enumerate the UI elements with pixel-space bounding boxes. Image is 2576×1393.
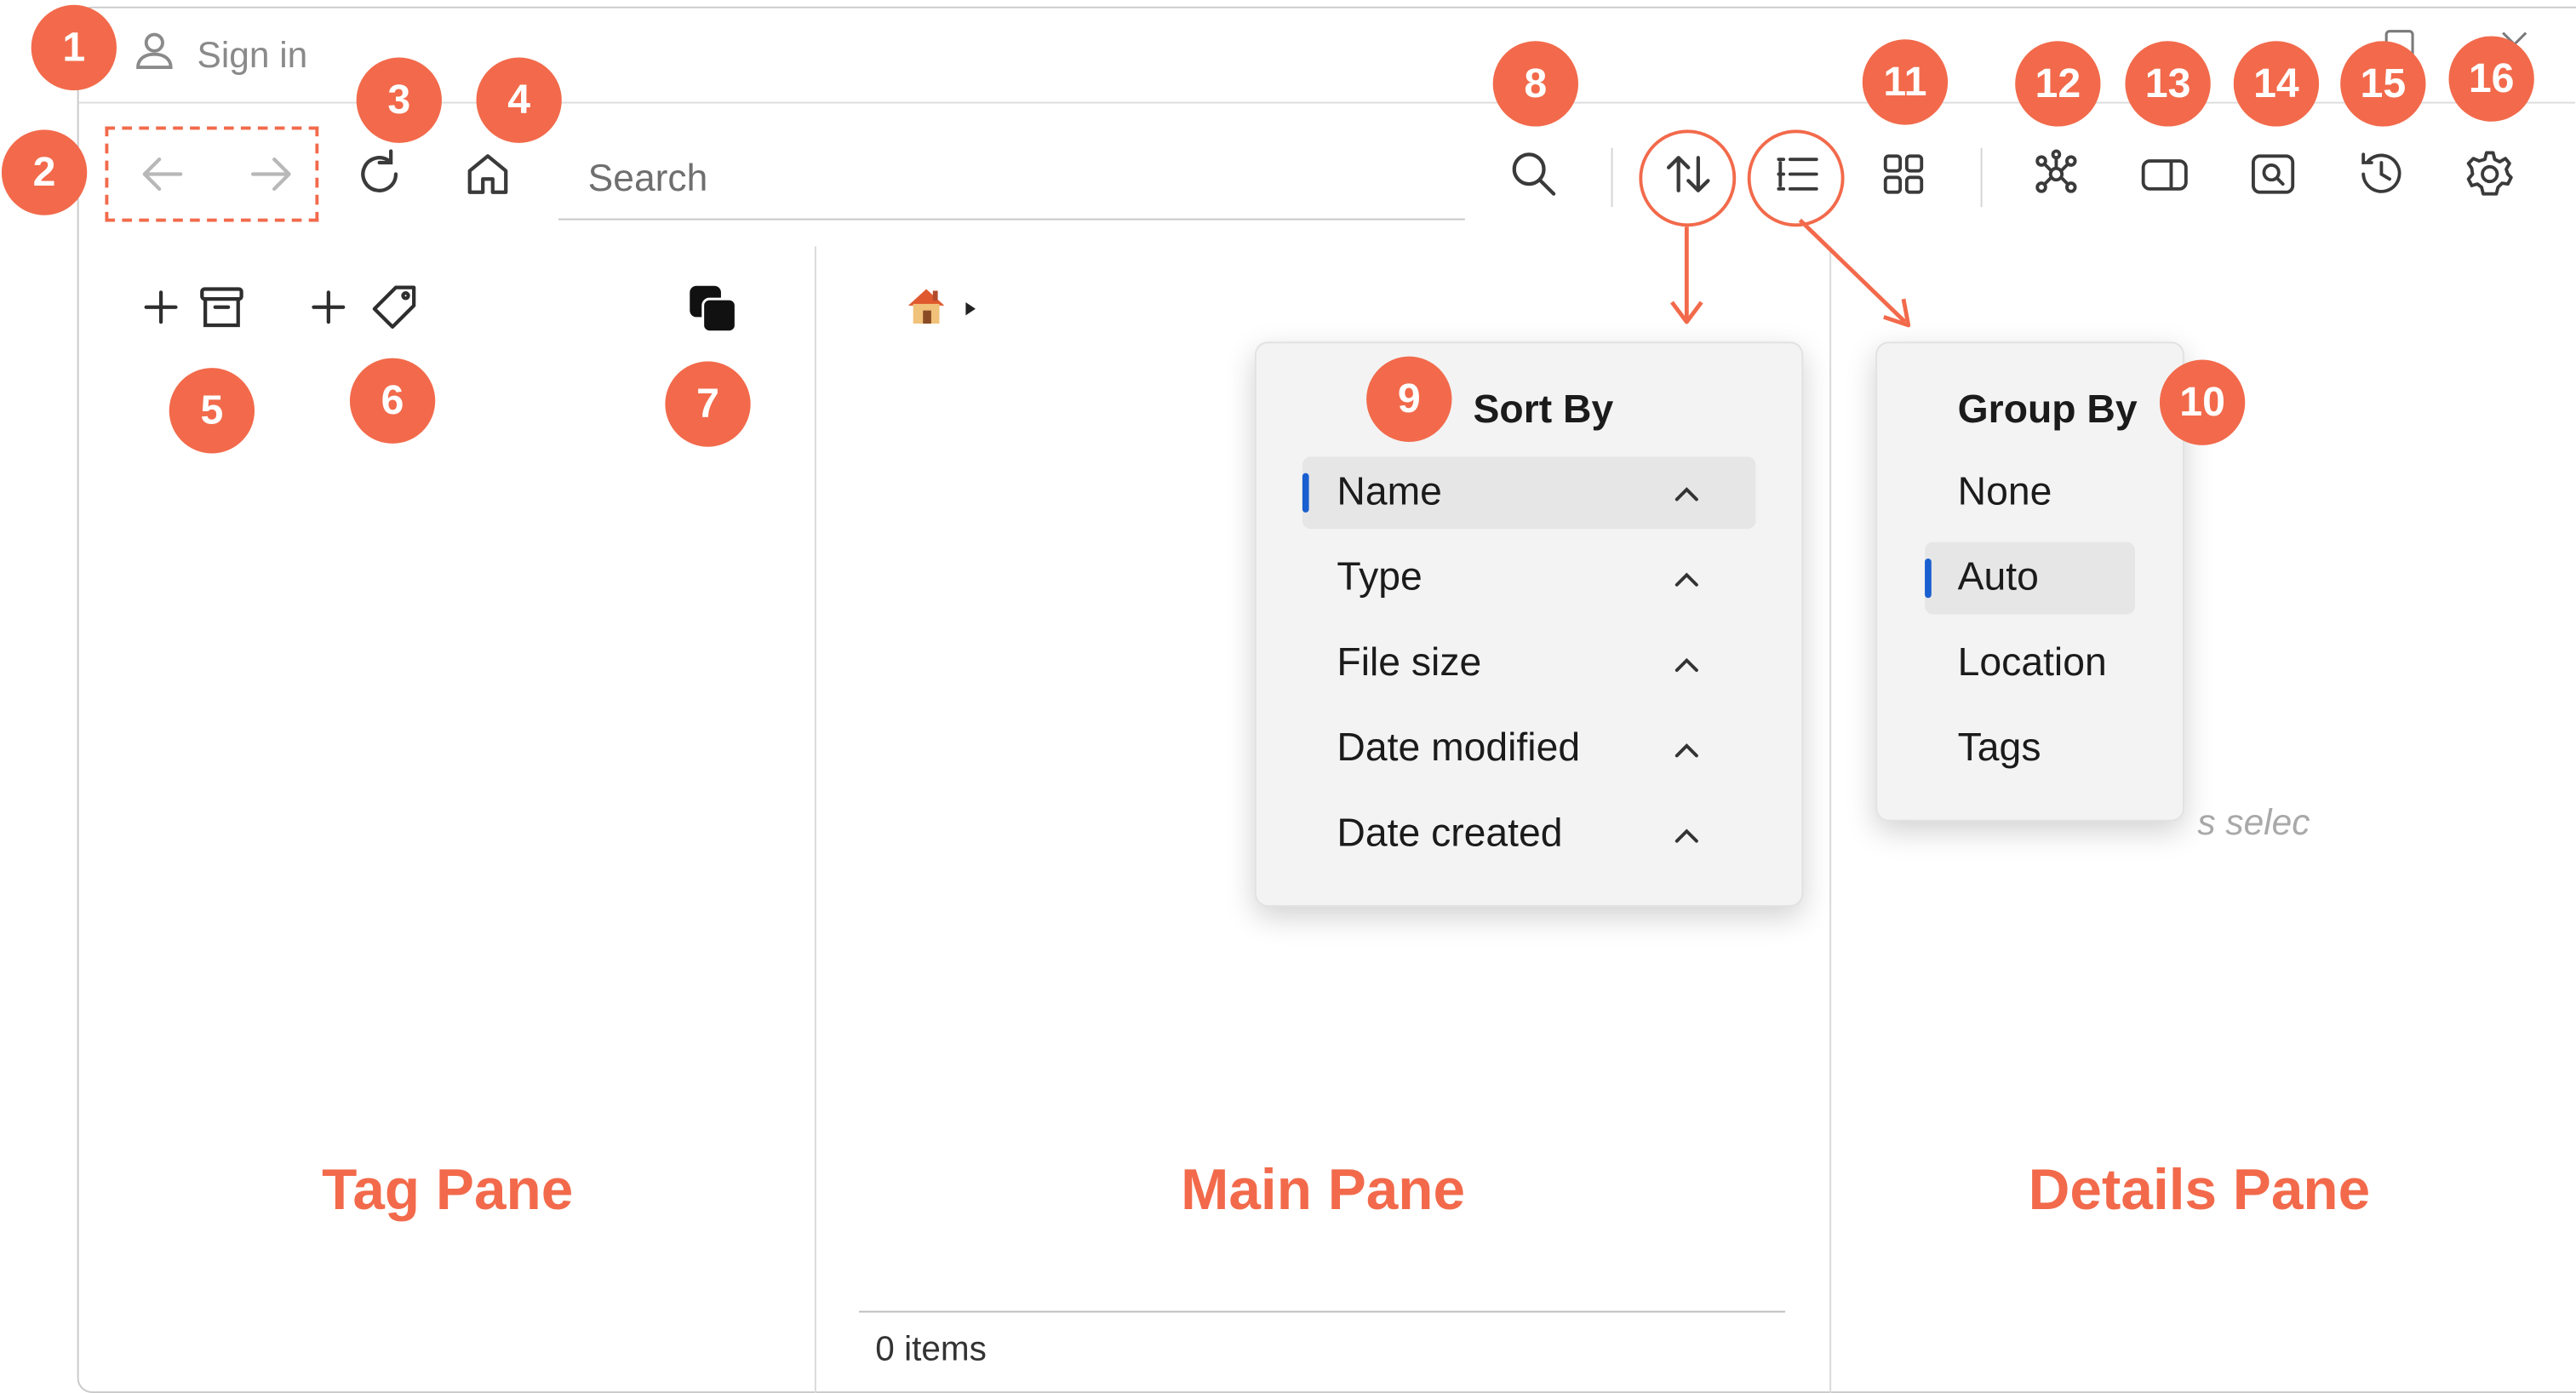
badge-10: 10 [2159, 359, 2246, 445]
add-tag-button[interactable] [309, 283, 421, 341]
badge-11: 11 [1862, 39, 1949, 125]
sort-by-menu: Sort By Name Type File size Date modifie… [1254, 341, 1804, 907]
search-input[interactable] [584, 154, 1465, 203]
badge-2: 2 [1, 129, 88, 215]
tag-color-button[interactable] [686, 283, 739, 343]
panel-toggle-icon [2137, 146, 2193, 209]
view-button[interactable] [1864, 138, 1943, 217]
selection-indicator [1925, 558, 1932, 599]
toolbar-separator [1611, 147, 1613, 208]
badge-4: 4 [476, 57, 562, 143]
list-group-icon [1769, 146, 1825, 209]
group-by-menu: Group By None Auto Location Tags [1875, 341, 2184, 822]
chevron-up-icon [1670, 647, 1703, 680]
main-pane-label: Main Pane [1181, 1158, 1466, 1223]
history-button[interactable] [2342, 138, 2421, 217]
preview-search-icon [2245, 146, 2301, 209]
home-icon [460, 146, 516, 209]
group-option-label: Location [1957, 640, 2107, 685]
back-button[interactable] [123, 138, 203, 217]
sort-option-label: Date created [1337, 811, 1563, 857]
badge-9: 9 [1366, 356, 1452, 442]
badge-14: 14 [2233, 41, 2320, 127]
sort-option-date-created[interactable]: Date created [1302, 799, 1755, 871]
tag-pane-label: Tag Pane [322, 1158, 574, 1223]
toolbar-separator [1980, 147, 1983, 208]
search-button[interactable] [1495, 138, 1574, 217]
grid-view-icon [1875, 146, 1932, 209]
arrow-right-icon [243, 146, 300, 209]
home-emoji-icon [903, 283, 949, 337]
search-field[interactable] [558, 138, 1465, 221]
chevron-up-icon [1670, 562, 1703, 595]
history-icon [2354, 146, 2410, 209]
group-option-label: Auto [1957, 555, 2039, 600]
badge-15: 15 [2340, 41, 2426, 127]
sort-option-label: File size [1337, 640, 1482, 685]
add-archive-icon [138, 283, 246, 341]
breadcrumb[interactable] [903, 283, 979, 337]
refresh-button[interactable] [340, 138, 419, 217]
group-by-title: Group By [1957, 387, 2138, 433]
item-count: 0 items [875, 1330, 987, 1369]
sort-option-file-size[interactable]: File size [1302, 628, 1755, 700]
graph-nodes-icon [2029, 146, 2085, 209]
badge-1: 1 [31, 4, 117, 91]
badge-7: 7 [665, 361, 751, 447]
forward-button[interactable] [232, 138, 311, 217]
selection-indicator [1302, 473, 1309, 513]
details-pane-label: Details Pane [2028, 1158, 2371, 1223]
sort-option-label: Date modified [1337, 725, 1581, 771]
chevron-up-icon [1670, 476, 1703, 509]
home-button[interactable] [449, 138, 528, 217]
group-option-label: None [1957, 469, 2052, 514]
badge-13: 13 [2125, 41, 2211, 127]
status-divider [858, 1310, 1786, 1313]
sort-option-name[interactable]: Name [1302, 456, 1756, 530]
person-icon [131, 28, 177, 84]
add-tag-icon [309, 283, 421, 341]
overlapping-squares-icon [686, 283, 739, 343]
settings-button[interactable] [2450, 138, 2529, 217]
sort-button[interactable] [1649, 138, 1728, 217]
group-button[interactable] [1757, 138, 1836, 217]
sign-in-button[interactable]: Sign in [131, 30, 307, 83]
group-option-auto[interactable]: Auto [1925, 542, 2136, 615]
details-placeholder: s selec [2197, 801, 2310, 843]
details-pane-divider [1829, 246, 1832, 1393]
group-option-tags[interactable]: Tags [1925, 713, 2135, 785]
sort-option-label: Type [1337, 555, 1423, 600]
gear-icon [2462, 146, 2518, 209]
badge-5: 5 [169, 368, 255, 454]
sort-option-type[interactable]: Type [1302, 542, 1755, 615]
tag-pane-divider [814, 246, 816, 1393]
badge-6: 6 [349, 358, 436, 444]
refresh-icon [352, 146, 408, 209]
group-option-label: Tags [1957, 725, 2041, 771]
details-pane-toggle[interactable] [2125, 138, 2204, 217]
sort-by-title: Sort By [1473, 387, 1614, 433]
group-option-none[interactable]: None [1925, 456, 2135, 529]
sort-option-date-modified[interactable]: Date modified [1302, 713, 1755, 785]
badge-12: 12 [2015, 41, 2101, 127]
graph-view-button[interactable] [2017, 138, 2096, 217]
badge-8: 8 [1492, 41, 1579, 127]
add-location-button[interactable] [138, 283, 246, 341]
chevron-up-icon [1670, 818, 1703, 851]
breadcrumb-chevron-icon [963, 295, 979, 324]
chevron-up-icon [1670, 732, 1703, 765]
search-icon [1506, 146, 1562, 209]
sort-arrows-icon [1660, 146, 1716, 209]
arrow-left-icon [135, 146, 191, 209]
preview-button[interactable] [2234, 138, 2313, 217]
sign-in-label: Sign in [197, 34, 308, 76]
badge-3: 3 [356, 57, 442, 143]
group-option-location[interactable]: Location [1925, 628, 2155, 700]
badge-16: 16 [2448, 36, 2534, 122]
sort-option-label: Name [1337, 469, 1442, 514]
